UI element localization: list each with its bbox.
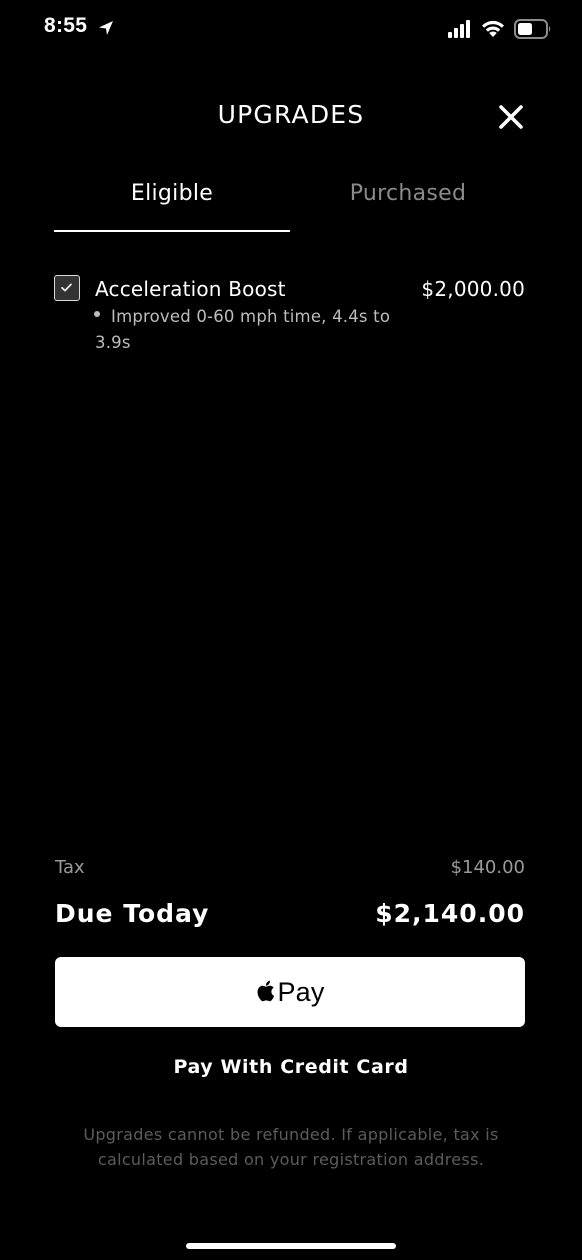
due-today-value: $2,140.00 bbox=[375, 899, 525, 928]
upgrade-description: Improved 0-60 mph time, 4.4s to bbox=[111, 307, 391, 326]
tax-value: $140.00 bbox=[450, 857, 525, 878]
battery-icon bbox=[514, 19, 552, 39]
upgrade-name: Acceleration Boost bbox=[95, 277, 286, 301]
apple-pay-button[interactable]: Pay bbox=[55, 957, 525, 1027]
tab-eligible[interactable]: Eligible bbox=[54, 181, 290, 206]
tax-label: Tax bbox=[55, 857, 85, 878]
bullet-icon bbox=[94, 311, 100, 317]
close-button[interactable] bbox=[494, 100, 528, 134]
upgrade-description-continued: 3.9s bbox=[95, 333, 131, 352]
apple-pay-label: Pay bbox=[277, 976, 325, 1007]
cellular-signal-icon bbox=[448, 20, 472, 38]
location-arrow-icon bbox=[98, 20, 114, 36]
refund-disclaimer: Upgrades cannot be refunded. If applicab… bbox=[83, 1125, 499, 1169]
due-today-label: Due Today bbox=[55, 899, 210, 928]
status-time: 8:55 bbox=[44, 14, 88, 37]
home-indicator[interactable] bbox=[186, 1243, 396, 1249]
pay-with-credit-card-button[interactable]: Pay With Credit Card bbox=[0, 1056, 582, 1078]
active-tab-indicator bbox=[54, 230, 290, 232]
apple-logo-icon bbox=[257, 980, 275, 1002]
wifi-icon bbox=[480, 18, 506, 38]
close-icon bbox=[499, 105, 523, 129]
upgrade-price: $2,000.00 bbox=[421, 277, 525, 301]
tab-purchased[interactable]: Purchased bbox=[290, 181, 526, 206]
upgrade-checkbox[interactable] bbox=[54, 275, 80, 301]
checkmark-icon bbox=[61, 283, 72, 292]
